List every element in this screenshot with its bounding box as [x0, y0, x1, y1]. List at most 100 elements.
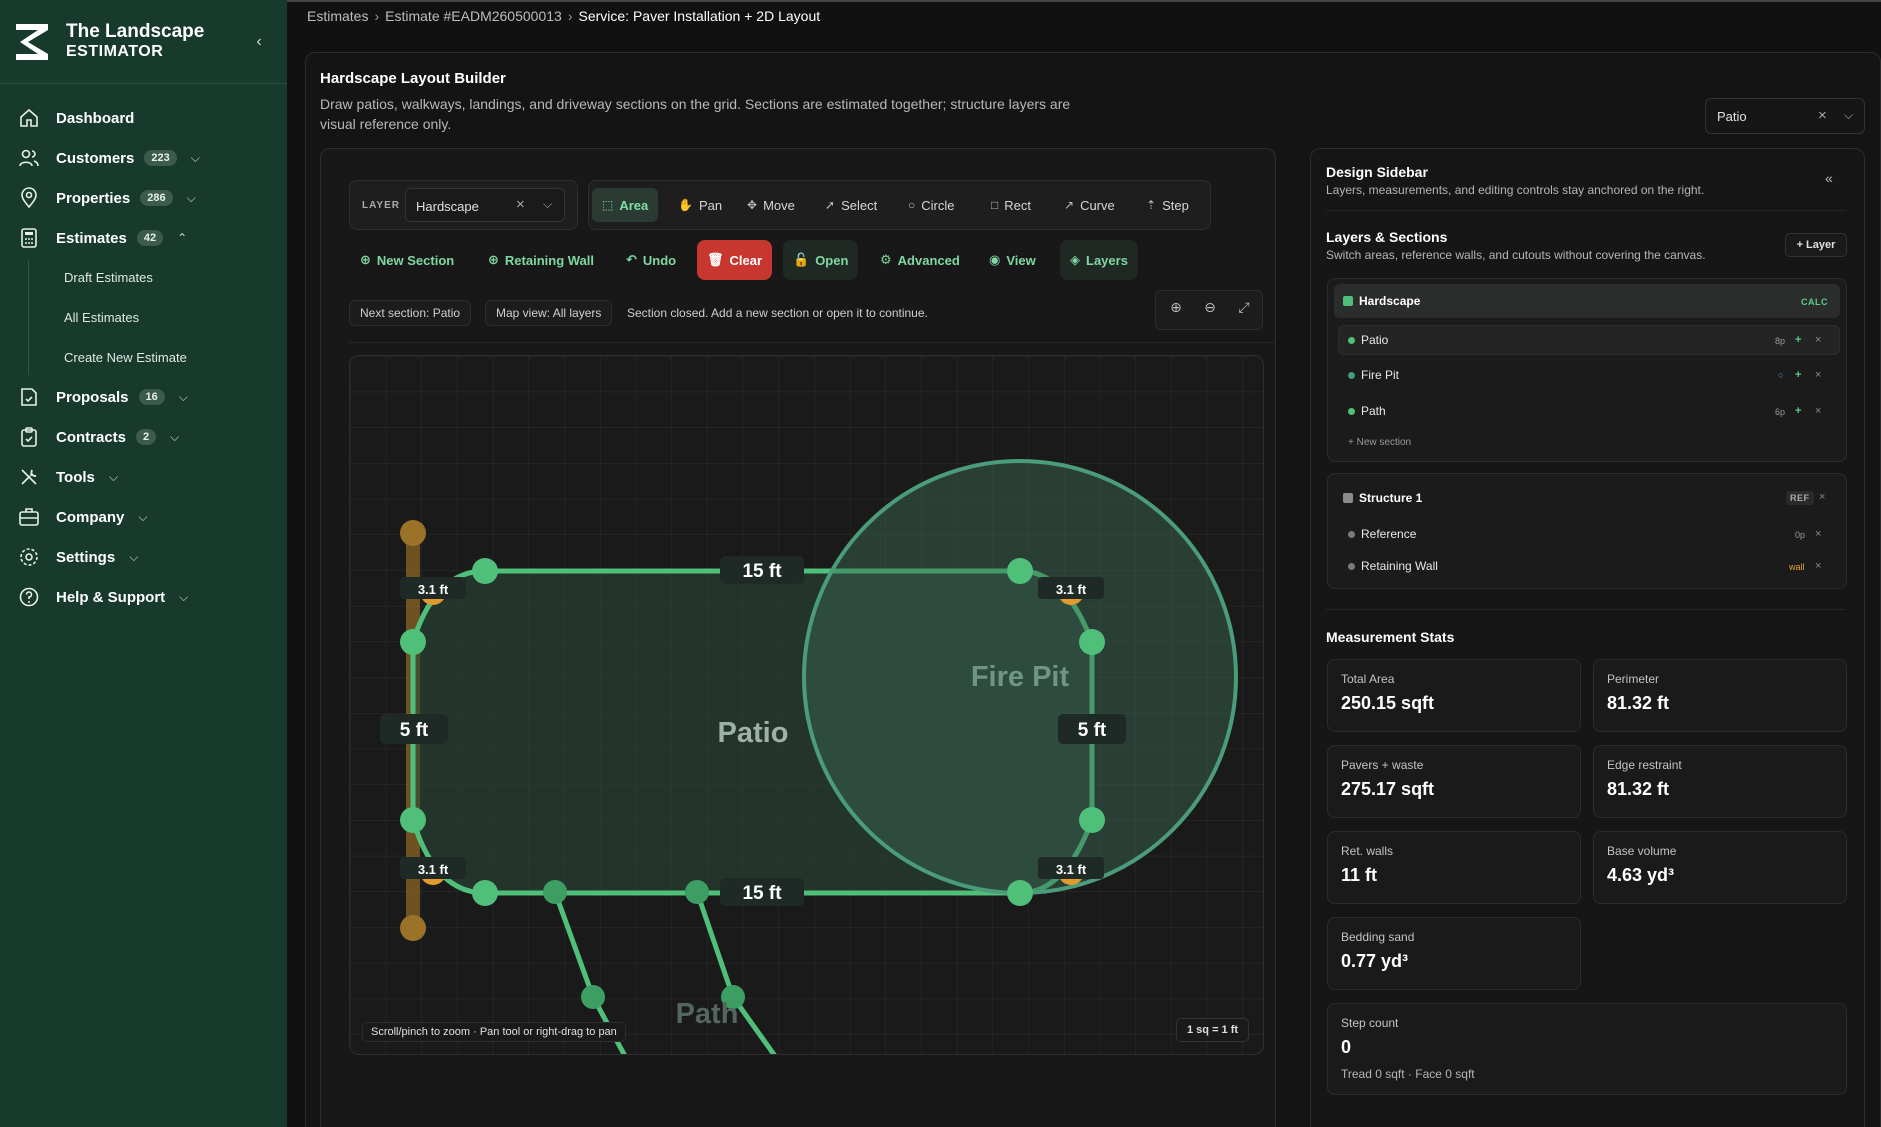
- chevron-down-icon[interactable]: ⌵: [191, 151, 200, 166]
- vertex-node[interactable]: [1079, 807, 1105, 833]
- stat-label: Edge restraint: [1607, 758, 1682, 772]
- close-icon[interactable]: ×: [1815, 405, 1821, 417]
- sidebar-collapse-icon[interactable]: ‹: [250, 33, 268, 51]
- tool-select[interactable]: ➚ Select: [815, 188, 887, 222]
- structure-item-reference[interactable]: Reference: [1361, 527, 1416, 541]
- stat-label: Base volume: [1607, 844, 1677, 858]
- zoom-in-icon[interactable]: ⊕: [1166, 299, 1186, 319]
- fullscreen-icon[interactable]: ⤢: [1234, 299, 1254, 319]
- subnav-create-estimate[interactable]: Create New Estimate: [64, 350, 187, 365]
- chevron-down-icon[interactable]: ⌵: [170, 430, 179, 445]
- section-select[interactable]: Patio × ⌵: [1705, 98, 1865, 134]
- hardscape-color-swatch: [1343, 296, 1353, 306]
- brand[interactable]: The Landscape ESTIMATOR: [14, 22, 204, 62]
- divider: [1326, 609, 1846, 610]
- wall-node[interactable]: [400, 915, 426, 941]
- chevron-down-icon[interactable]: ⌵: [179, 590, 188, 605]
- close-icon[interactable]: ×: [1815, 369, 1821, 381]
- add-layer-button[interactable]: + Layer: [1785, 233, 1847, 257]
- vertex-node[interactable]: [1007, 558, 1033, 584]
- tool-pan[interactable]: ✋ Pan: [668, 188, 732, 222]
- clear-button[interactable]: 🗑 Clear: [697, 240, 773, 280]
- subnav-all-estimates[interactable]: All Estimates: [64, 310, 139, 325]
- add-point-icon[interactable]: +: [1795, 334, 1801, 346]
- structure-name[interactable]: Structure 1: [1359, 491, 1422, 505]
- nav-company[interactable]: Company ⌵: [18, 503, 147, 531]
- close-icon[interactable]: ×: [1815, 560, 1821, 572]
- chevron-down-icon[interactable]: ⌵: [543, 197, 552, 212]
- wall-node[interactable]: [400, 520, 426, 546]
- tool-circle[interactable]: ○ Circle: [898, 188, 964, 222]
- advanced-button[interactable]: ⚙ Advanced: [870, 240, 970, 280]
- close-icon[interactable]: ×: [1818, 107, 1827, 124]
- stat-bedding-sand: Bedding sand 0.77 yd³: [1327, 917, 1581, 990]
- hand-icon: ✋: [678, 198, 693, 212]
- section-row-patio[interactable]: [1338, 325, 1840, 355]
- nav-settings[interactable]: Settings ⌵: [18, 543, 138, 571]
- layers-button[interactable]: ◈ Layers: [1060, 240, 1138, 280]
- section-row-fire-pit[interactable]: [1338, 360, 1840, 390]
- close-icon[interactable]: ×: [516, 196, 525, 213]
- step-icon: ⇡: [1146, 198, 1157, 212]
- add-point-icon[interactable]: +: [1795, 369, 1801, 381]
- tool-area[interactable]: ⬚ Area: [592, 188, 659, 222]
- close-icon[interactable]: ×: [1819, 491, 1825, 503]
- open-button[interactable]: 🔓 Open: [783, 240, 859, 280]
- chevron-up-icon[interactable]: ⌃: [177, 231, 187, 245]
- add-point-icon[interactable]: +: [1795, 405, 1801, 417]
- chevron-down-icon[interactable]: ⌵: [138, 510, 147, 525]
- tool-move[interactable]: ✥ Move: [737, 188, 805, 222]
- new-section-button[interactable]: ⊕ New Section: [350, 240, 464, 280]
- chevron-down-icon[interactable]: ⌵: [179, 390, 188, 405]
- nav-properties[interactable]: Properties 286 ⌵: [18, 184, 196, 212]
- vertex-node[interactable]: [472, 558, 498, 584]
- vertex-node[interactable]: [400, 807, 426, 833]
- vertex-node[interactable]: [1079, 629, 1105, 655]
- tool-step[interactable]: ⇡ Step: [1136, 188, 1199, 222]
- nav-dashboard[interactable]: Dashboard: [18, 104, 134, 132]
- path-node[interactable]: [581, 985, 605, 1009]
- undo-button[interactable]: ↶ Undo: [616, 240, 686, 280]
- nav-proposals[interactable]: Proposals 16 ⌵: [18, 383, 188, 411]
- tools-icon: [18, 466, 40, 488]
- path-node[interactable]: [543, 880, 567, 904]
- vertex-node[interactable]: [1007, 880, 1033, 906]
- zoom-out-icon[interactable]: ⊖: [1200, 299, 1220, 319]
- tool-rect[interactable]: □ Rect: [981, 188, 1041, 222]
- nav-help[interactable]: Help & Support ⌵: [18, 583, 188, 611]
- stat-ret-walls: Ret. walls 11 ft: [1327, 831, 1581, 904]
- breadcrumb-estimate-id[interactable]: Estimate #EADM260500013: [385, 8, 562, 24]
- drawing-canvas[interactable]: 15 ft 15 ft 5 ft 5 ft 3.1 ft 3.1 ft 3.1 …: [349, 355, 1264, 1055]
- nav-customers[interactable]: Customers 223 ⌵: [18, 144, 200, 172]
- close-icon[interactable]: ×: [1815, 334, 1821, 346]
- layers-label: Layers: [1086, 252, 1128, 268]
- customers-count-badge: 223: [144, 150, 177, 166]
- close-icon[interactable]: ×: [1815, 528, 1821, 540]
- canvas-svg[interactable]: 15 ft 15 ft 5 ft 5 ft 3.1 ft 3.1 ft 3.1 …: [350, 356, 1264, 1055]
- chevron-down-icon[interactable]: ⌵: [109, 470, 118, 485]
- view-button[interactable]: ◉ View: [979, 240, 1046, 280]
- tool-curve[interactable]: ↗ Curve: [1054, 188, 1125, 222]
- vertex-node[interactable]: [400, 629, 426, 655]
- layer-select[interactable]: Hardscape × ⌵: [405, 188, 565, 222]
- chevron-down-icon[interactable]: ⌵: [1844, 108, 1853, 123]
- chevron-down-icon[interactable]: ⌵: [187, 191, 196, 206]
- retaining-wall-button[interactable]: ⊕ Retaining Wall: [478, 240, 604, 280]
- dim-corner-label: 3.1 ft: [418, 862, 449, 877]
- nav-estimates[interactable]: Estimates 42 ⌃: [18, 224, 187, 252]
- new-section-link[interactable]: + New section: [1348, 437, 1411, 448]
- nav-tools[interactable]: Tools ⌵: [18, 463, 118, 491]
- vertex-node[interactable]: [472, 880, 498, 906]
- tool-select-label: Select: [841, 197, 878, 213]
- collapse-sidebar-icon[interactable]: «: [1825, 170, 1833, 186]
- nav-contracts[interactable]: Contracts 2 ⌵: [18, 423, 179, 451]
- section-row-path[interactable]: [1338, 396, 1840, 426]
- users-icon: [18, 147, 40, 169]
- breadcrumb-estimates[interactable]: Estimates: [307, 8, 368, 24]
- structure-item-retaining-wall[interactable]: Retaining Wall: [1361, 559, 1438, 573]
- subnav-draft-estimates[interactable]: Draft Estimates: [64, 270, 153, 285]
- circle-type-icon: ○: [1778, 370, 1784, 380]
- path-node[interactable]: [685, 880, 709, 904]
- stat-sub: Tread 0 sqft · Face 0 sqft: [1341, 1067, 1475, 1081]
- chevron-down-icon[interactable]: ⌵: [129, 550, 138, 565]
